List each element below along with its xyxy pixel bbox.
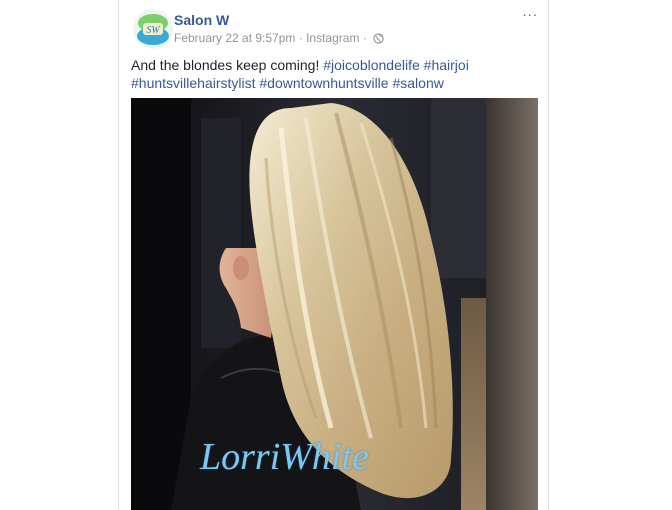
svg-text:SW: SW bbox=[146, 25, 161, 36]
hashtag-link[interactable]: #huntsvillehairstylist bbox=[131, 75, 256, 91]
post-source[interactable]: Instagram bbox=[306, 31, 359, 45]
globe-icon[interactable] bbox=[373, 33, 384, 47]
post-timestamp[interactable]: February 22 at 9:57pm bbox=[174, 31, 295, 45]
page-avatar[interactable]: SW bbox=[133, 9, 173, 49]
post-message-text: And the blondes keep coming! bbox=[131, 57, 320, 73]
meta-separator-2: · bbox=[359, 31, 371, 45]
hashtag-link[interactable]: #downtownhuntsville bbox=[259, 75, 388, 91]
post-meta: February 22 at 9:57pm · Instagram · bbox=[174, 31, 384, 47]
meta-separator: · bbox=[295, 31, 307, 45]
more-options-icon[interactable]: ··· bbox=[520, 7, 540, 24]
salon-logo-icon: SW bbox=[133, 9, 173, 49]
hashtag-link[interactable]: #joicoblondelife bbox=[323, 57, 420, 73]
page-name-link[interactable]: Salon W bbox=[174, 12, 229, 28]
hashtag-link[interactable]: #hairjoi bbox=[424, 57, 469, 73]
photo-watermark: LorriWhite bbox=[200, 436, 369, 478]
post-card: SW Salon W February 22 at 9:57pm · Insta… bbox=[118, 0, 549, 510]
post-photo[interactable]: LorriWhite bbox=[131, 98, 538, 510]
post-message: And the blondes keep coming! #joicoblond… bbox=[131, 56, 541, 92]
hashtag-link[interactable]: #salonw bbox=[392, 75, 443, 91]
